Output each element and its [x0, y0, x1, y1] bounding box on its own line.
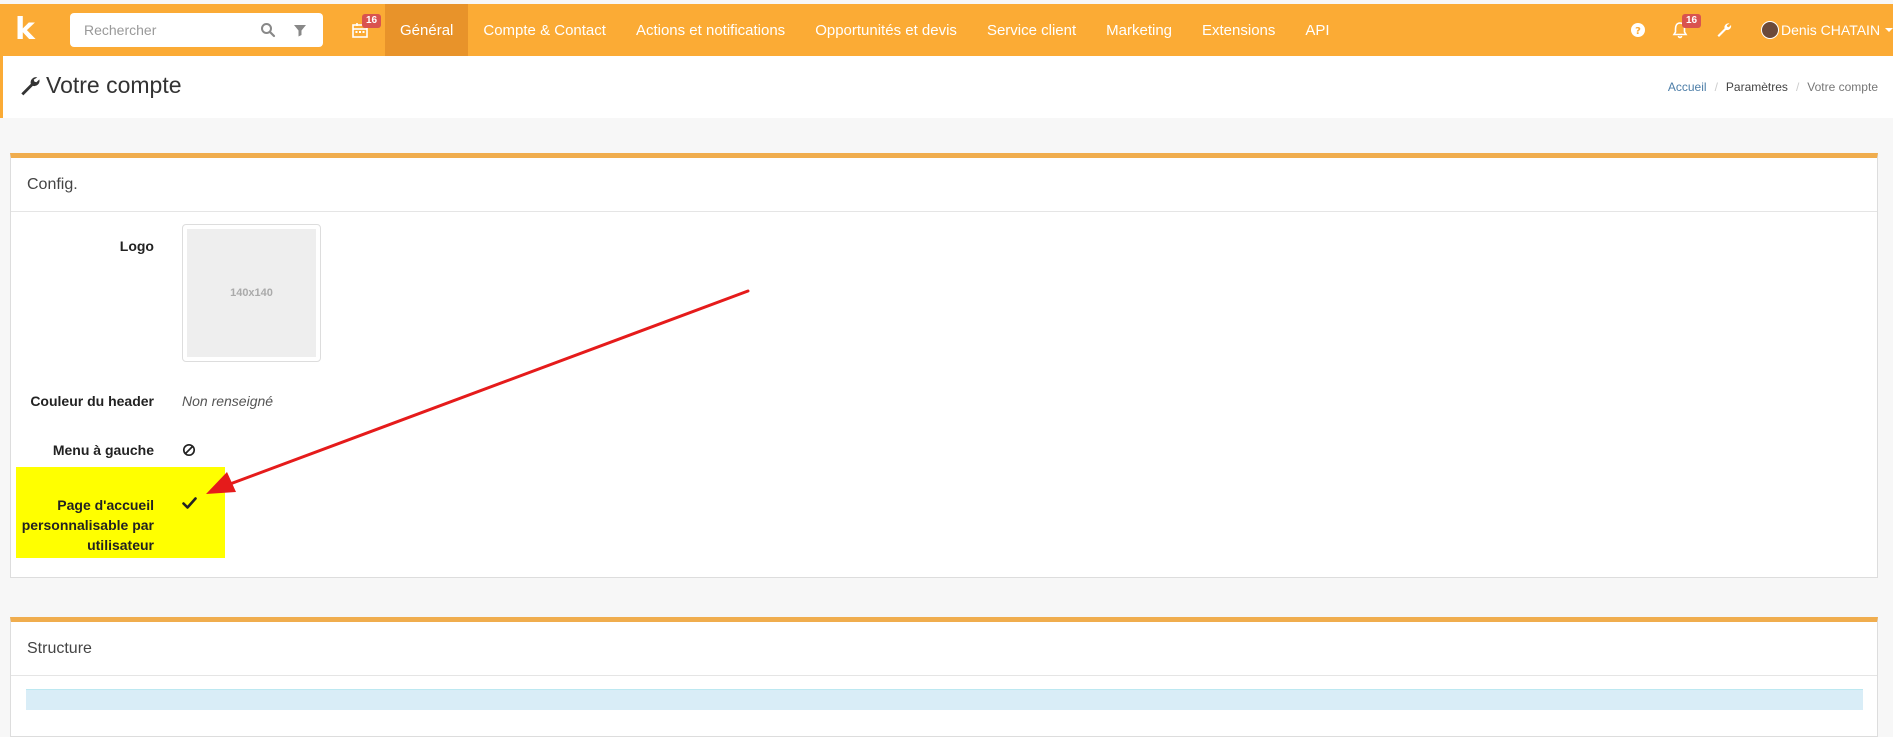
- structure-panel-title: Structure: [11, 622, 1877, 676]
- structure-panel: Structure: [10, 617, 1878, 737]
- annotation-arrow-icon: [206, 289, 750, 494]
- info-alert: [26, 689, 1863, 710]
